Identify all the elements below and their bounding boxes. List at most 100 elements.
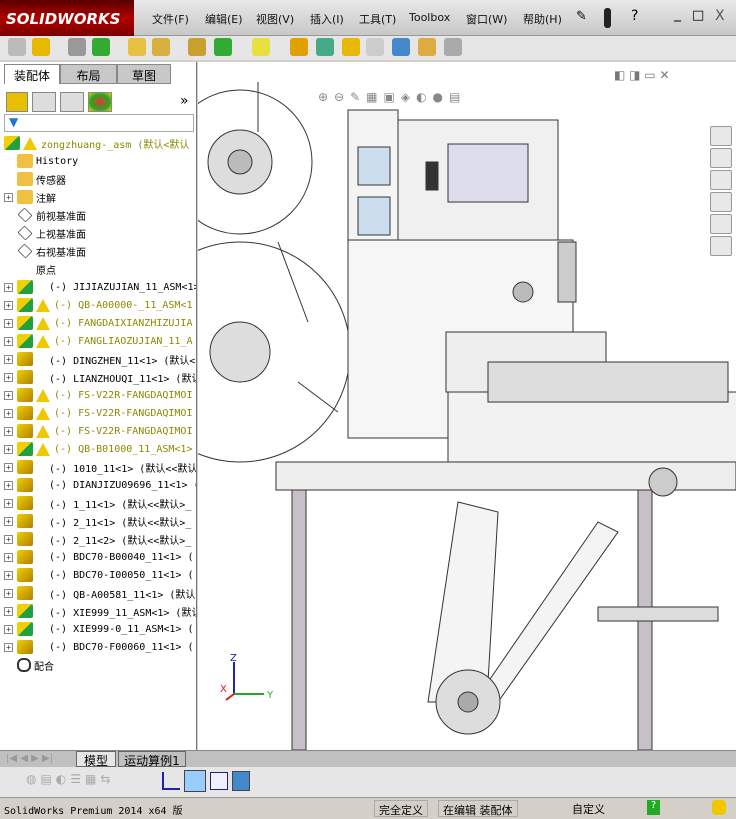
tree-component[interactable]: + (-) FANGLIAOZUJIAN_11_A <box>4 332 196 350</box>
expand-toggle[interactable]: + <box>4 336 13 346</box>
pin-icon[interactable]: ✎ <box>576 9 587 24</box>
tree-component[interactable]: + (-) FS-V22R-FANGDAQIMOI <box>4 422 196 440</box>
interference-detection-icon[interactable] <box>392 38 410 56</box>
expand-toggle[interactable]: + <box>4 624 13 634</box>
configuration-manager-tab-icon[interactable] <box>60 92 84 112</box>
tree-item[interactable]: History <box>4 152 196 170</box>
tree-component[interactable]: + (-) LIANZHOUQI_11<1> (默认 <box>4 368 196 386</box>
tree-component[interactable]: + (-) DIANJIZU09696_11<1> ( <box>4 476 196 494</box>
expand-toggle[interactable]: + <box>4 498 13 508</box>
3d-view-icon[interactable] <box>184 770 206 792</box>
close-button[interactable]: X <box>715 8 725 24</box>
tree-component[interactable]: + (-) FANGDAIXIANZHIZUJIA <box>4 314 196 332</box>
table-icon[interactable] <box>210 772 228 790</box>
tree-component[interactable]: + (-) XIE999_11_ASM<1> (默认 <box>4 602 196 620</box>
menu-file[interactable]: 文件(F) <box>152 11 189 27</box>
tree-component[interactable]: + (-) 1010_11<1> (默认<<默认 <box>4 458 196 476</box>
help-button[interactable]: ? <box>631 8 638 24</box>
bill-of-materials-icon[interactable] <box>316 38 334 56</box>
restore-button[interactable]: □ <box>692 8 704 23</box>
show-hidden-icon[interactable] <box>188 38 206 56</box>
expand-toggle[interactable]: + <box>4 318 13 328</box>
expand-toggle[interactable]: + <box>4 426 13 436</box>
home-icon[interactable] <box>710 126 732 146</box>
instant3d-icon[interactable] <box>444 38 462 56</box>
rebuild-traffic-light-icon[interactable] <box>604 8 611 28</box>
expand-toggle[interactable]: + <box>4 606 13 616</box>
expand-toggle[interactable]: + <box>4 354 13 364</box>
expand-toggle[interactable]: + <box>4 480 13 490</box>
tree-component[interactable]: + (-) 2_11<1> (默认<<默认>_ <box>4 512 196 530</box>
tree-component[interactable]: + (-) XIE999-0_11_ASM<1> ( <box>4 620 196 638</box>
tab-motion-study-1[interactable]: 运动算例1 <box>118 751 186 768</box>
tree-item[interactable]: 右视基准面 <box>4 242 196 260</box>
resources-icon[interactable] <box>710 148 732 168</box>
menu-toolbox[interactable]: Toolbox <box>409 11 450 24</box>
appearances-icon[interactable] <box>710 214 732 234</box>
expand-toggle[interactable]: + <box>4 372 13 382</box>
tree-component[interactable]: + (-) BDC70-B00040_11<1> ( <box>4 548 196 566</box>
tree-item-mates[interactable]: 配合 <box>4 656 196 674</box>
tree-component[interactable]: + (-) QB-A00000-_11_ASM<1 <box>4 296 196 314</box>
tree-component[interactable]: + (-) BDC70-F00060_11<1> ( <box>4 638 196 656</box>
tree-component[interactable]: + (-) QB-B01000_11_ASM<1> <box>4 440 196 458</box>
expand-toggle[interactable]: + <box>4 516 13 526</box>
move-component-icon[interactable] <box>152 38 170 56</box>
tree-component[interactable]: + (-) JIJIAZUJIAN_11_ASM<1> <box>4 278 196 296</box>
tree-item[interactable]: 原点 <box>4 260 196 278</box>
expand-panel-button[interactable]: » <box>180 93 189 109</box>
expand-toggle[interactable]: + <box>4 390 13 400</box>
tag-icon[interactable] <box>712 800 726 815</box>
exploded-view-icon[interactable] <box>342 38 360 56</box>
feature-manager-tab-icon[interactable] <box>6 92 28 112</box>
menu-help[interactable]: 帮助(H) <box>523 11 562 27</box>
tree-item[interactable]: 上视基准面 <box>4 224 196 242</box>
assembly-features-icon[interactable] <box>214 38 232 56</box>
solidworks-logo[interactable]: SOLIDWORKS <box>0 0 134 36</box>
filter-input[interactable]: ▼ <box>4 114 194 132</box>
tree-root[interactable]: zongzhuang-_asm (默认<默认 <box>4 134 196 152</box>
explode-line-sketch-icon[interactable] <box>366 38 384 56</box>
heads-up-view-toolbar[interactable]: ⊕⊖✎▦▣◈◐●▤ <box>318 90 618 108</box>
tree-component[interactable]: + (-) 1_11<1> (默认<<默认>_ <box>4 494 196 512</box>
reference-geometry-icon[interactable] <box>252 38 270 56</box>
design-library-icon[interactable] <box>710 170 732 190</box>
expand-toggle[interactable]: + <box>4 642 13 652</box>
tree-component[interactable]: + (-) QB-A00581_11<1> (默认 <box>4 584 196 602</box>
tree-item[interactable]: 前视基准面 <box>4 206 196 224</box>
expand-toggle[interactable]: + <box>4 282 13 292</box>
custom-properties-icon[interactable] <box>710 236 732 256</box>
expand-toggle[interactable]: + <box>4 462 13 472</box>
menu-tools[interactable]: 工具(T) <box>359 11 396 27</box>
graphics-area[interactable]: ⊕⊖✎▦▣◈◐●▤ ◧ ◨ ▭ ✕ Z Y X <box>129 62 736 751</box>
tree-component[interactable]: + (-) BDC70-I00050_11<1> ( <box>4 566 196 584</box>
tree-component[interactable]: + (-) FS-V22R-FANGDAQIMOI <box>4 404 196 422</box>
viewport-window-controls[interactable]: ◧ ◨ ▭ ✕ <box>614 68 670 82</box>
tab-model[interactable]: 模型 <box>76 751 116 768</box>
tree-component[interactable]: + (-) FS-V22R-FANGDAQIMOI <box>4 386 196 404</box>
pattern-icon[interactable] <box>92 38 110 56</box>
quick-tips-button[interactable]: ? <box>647 800 660 815</box>
expand-toggle[interactable]: + <box>4 534 13 544</box>
tree-item[interactable]: + 注解 <box>4 188 196 206</box>
menu-edit[interactable]: 编辑(E) <box>205 11 243 27</box>
tab-assembly[interactable]: 装配体 <box>4 64 60 84</box>
expand-toggle[interactable]: + <box>4 408 13 418</box>
new-motion-study-icon[interactable] <box>290 38 308 56</box>
property-manager-tab-icon[interactable] <box>32 92 56 112</box>
new-assembly-icon[interactable] <box>32 38 50 56</box>
file-explorer-icon[interactable] <box>710 192 732 212</box>
axis-icon[interactable] <box>162 772 180 790</box>
tab-sketch[interactable]: 草图 <box>117 64 171 84</box>
performance-evaluation-icon[interactable] <box>418 38 436 56</box>
tab-layout[interactable]: 布局 <box>60 64 117 84</box>
smart-fasteners-icon[interactable] <box>128 38 146 56</box>
menu-insert[interactable]: 插入(I) <box>310 11 344 27</box>
mate-icon[interactable] <box>68 38 86 56</box>
minimize-button[interactable]: _ <box>674 6 681 22</box>
expand-toggle[interactable]: + <box>4 444 13 454</box>
expand-toggle[interactable]: + <box>4 570 13 580</box>
insert-component-icon[interactable] <box>8 38 26 56</box>
tree-item[interactable]: 传感器 <box>4 170 196 188</box>
menu-window[interactable]: 窗口(W) <box>466 11 507 27</box>
